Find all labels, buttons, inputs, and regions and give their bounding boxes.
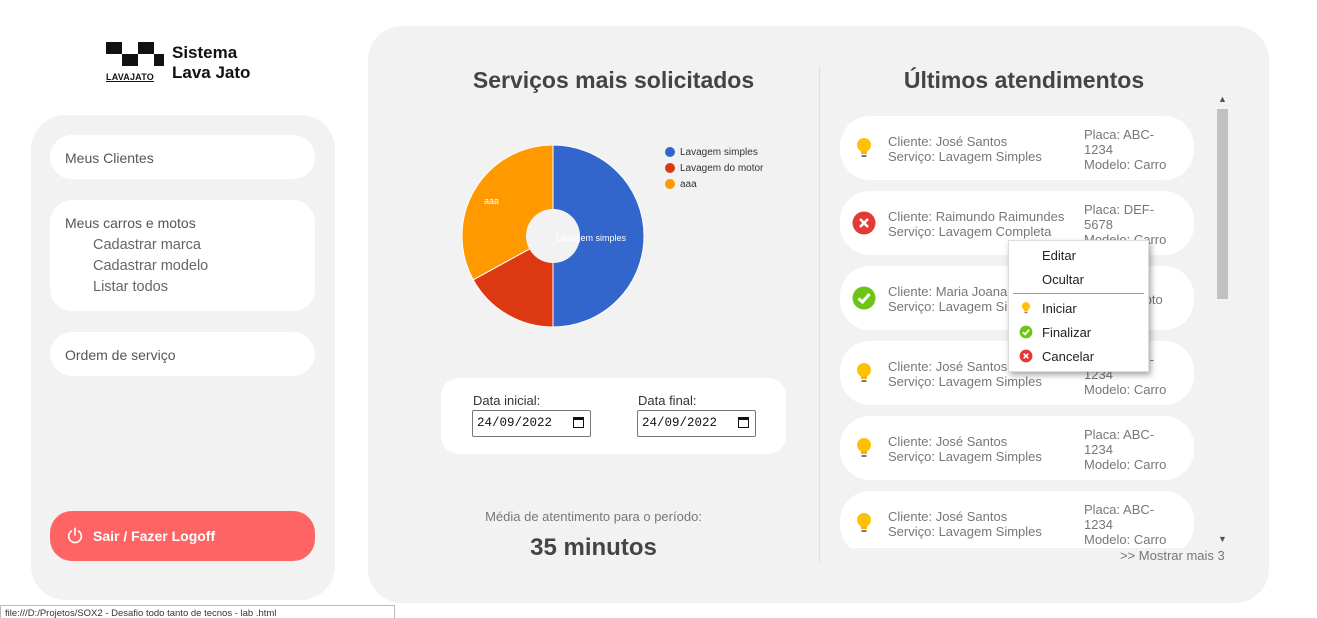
card-placa: Placa: ABC-1234 (1084, 427, 1155, 457)
pie-slice-label-aaa: aaa (484, 196, 500, 206)
menu-item-ocultar[interactable]: Ocultar (1042, 272, 1084, 287)
sidebar-group-carros: Meus carros e motos Cadastrar marca Cada… (50, 200, 315, 311)
sidebar: Meus Clientes Meus carros e motos Cadast… (31, 115, 335, 600)
card-client-info: Cliente: José Santos Serviço: Lavagem Sim… (888, 509, 1042, 539)
card-modelo: Modelo: Carro (1084, 382, 1167, 397)
card-modelo: Modelo: Carro (1084, 457, 1167, 472)
cancel-icon (852, 211, 876, 235)
menu-item-finalizar[interactable]: Finalizar (1042, 325, 1091, 340)
date-filter: Data inicial: 24/09/2022 Data final: 24/… (441, 378, 786, 454)
date-start-input[interactable]: 24/09/2022 (472, 410, 591, 437)
check-icon (852, 286, 876, 310)
lightbulb-icon (857, 438, 871, 457)
lightbulb-icon (857, 363, 871, 382)
card-placa: Placa: ABC-1234 (1084, 502, 1155, 532)
scroll-up-icon[interactable]: ▲ (1218, 94, 1227, 104)
checkered-flag-icon: LAVAJATO (106, 42, 164, 84)
legend-item[interactable]: aaa (665, 176, 763, 192)
card-cliente: Cliente: José Santos (888, 509, 1008, 524)
calendar-icon[interactable] (573, 417, 584, 428)
legend-item[interactable]: Lavagem do motor (665, 160, 763, 176)
card-cliente: Cliente: José Santos (888, 134, 1008, 149)
card-servico: Serviço: Lavagem Simples (888, 374, 1042, 389)
card-cliente: Cliente: Raimundo Raimundes (888, 209, 1065, 224)
card-servico: Serviço: Lavagem Completa (888, 224, 1052, 239)
list-scrollbar[interactable]: ▲ ▼ (1215, 94, 1230, 546)
card-modelo: Modelo: Carro (1084, 157, 1167, 172)
sidebar-item-label: Ordem de serviço (65, 347, 176, 363)
card-vehicle-info: Placa: ABC-1234Modelo: Carro (1084, 502, 1174, 547)
card-cliente: Cliente: José Santos (888, 434, 1008, 449)
menu-item-cancelar[interactable]: Cancelar (1042, 349, 1094, 364)
card-modelo: Modelo: Carro (1084, 532, 1167, 547)
lightbulb-icon (857, 513, 871, 532)
sidebar-item-ordem-servico[interactable]: Ordem de serviço (50, 332, 315, 376)
lightbulb-icon (857, 138, 871, 157)
card-placa: Placa: DEF-5678 (1084, 202, 1155, 232)
menu-item-iniciar[interactable]: Iniciar (1042, 301, 1077, 316)
check-icon (1019, 325, 1033, 339)
legend-item[interactable]: Lavagem simples (665, 144, 763, 160)
atendimento-card[interactable]: Cliente: José Santos Serviço: Lavagem Sim… (840, 116, 1194, 180)
card-servico: Serviço: Lavagem Simples (888, 524, 1042, 539)
average-value: 35 minutos (530, 534, 657, 561)
card-servico: Serviço: Lavagem Simples (888, 449, 1042, 464)
sidebar-subitem-cadastrar-modelo[interactable]: Cadastrar modelo (93, 258, 208, 274)
scroll-down-icon[interactable]: ▼ (1218, 534, 1227, 544)
cancel-icon (1019, 349, 1033, 363)
panel-divider (819, 66, 820, 563)
legend-swatch (665, 179, 675, 189)
card-client-info: Cliente: José Santos Serviço: Lavagem Sim… (888, 134, 1042, 164)
atendimento-card[interactable]: Cliente: José Santos Serviço: Lavagem Sim… (840, 416, 1194, 480)
menu-separator (1013, 293, 1144, 294)
card-vehicle-info: Placa: ABC-1234Modelo: Carro (1084, 127, 1174, 172)
card-client-info: Cliente: Raimundo Raimundes Serviço: Lava… (888, 209, 1064, 239)
services-title: Serviços mais solicitados (472, 67, 755, 93)
pie-slice-label-lavagem-simples: Lavagem simples (556, 233, 627, 243)
app-logo: LAVAJATO Sistema Lava Jato (106, 42, 250, 84)
show-more-link[interactable]: >> Mostrar mais 3 (1120, 548, 1225, 563)
menu-item-editar[interactable]: Editar (1042, 248, 1076, 263)
date-start-label: Data inicial: (473, 393, 541, 408)
date-end-label: Data final: (638, 393, 697, 408)
card-servico: Serviço: Lavagem Simples (888, 149, 1042, 164)
atendimento-card[interactable]: Cliente: José Santos Serviço: Lavagem Sim… (840, 491, 1194, 548)
card-placa: Placa: ABC-1234 (1084, 127, 1155, 157)
browser-status-bar: file:///D:/Projetos/SOX2 - Desafio todo … (0, 605, 395, 618)
sidebar-item-clientes[interactable]: Meus Clientes (50, 135, 315, 179)
sidebar-subitem-listar-todos[interactable]: Listar todos (93, 279, 168, 295)
sidebar-group-label[interactable]: Meus carros e motos (65, 215, 196, 231)
sidebar-subitem-cadastrar-marca[interactable]: Cadastrar marca (93, 237, 201, 253)
logoff-button[interactable]: Sair / Fazer Logoff (50, 511, 315, 561)
atendimentos-title: Últimos atendimentos (903, 67, 1145, 93)
legend-swatch (665, 163, 675, 173)
card-vehicle-info: Placa: ABC-1234Modelo: Carro (1084, 427, 1174, 472)
card-client-info: Cliente: José Santos Serviço: Lavagem Sim… (888, 434, 1042, 464)
power-icon (67, 527, 83, 544)
logo-badge: LAVAJATO (106, 72, 154, 82)
calendar-icon[interactable] (738, 417, 749, 428)
app-title: Sistema Lava Jato (172, 43, 251, 82)
chart-legend: Lavagem simples Lavagem do motor aaa (665, 144, 763, 192)
scroll-thumb[interactable] (1217, 109, 1228, 299)
logoff-label: Sair / Fazer Logoff (93, 528, 216, 544)
legend-swatch (665, 147, 675, 157)
date-end-input[interactable]: 24/09/2022 (637, 410, 756, 437)
sidebar-item-label: Meus Clientes (65, 150, 154, 166)
context-menu: Editar Ocultar Iniciar Finalizar Cancela… (1008, 240, 1149, 372)
lightbulb-icon (1021, 302, 1031, 314)
average-label: Média de atentimento para o período: (485, 509, 702, 524)
